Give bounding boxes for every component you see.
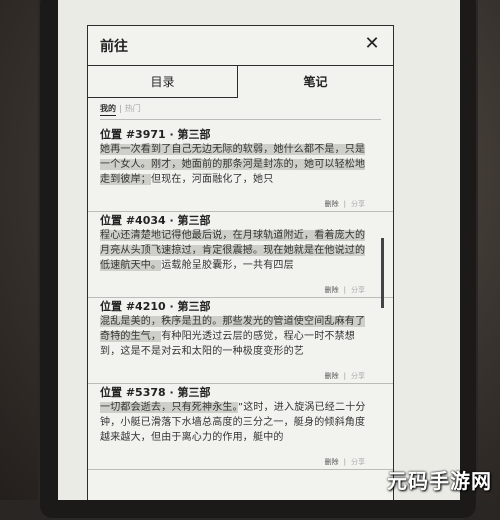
tab-notes[interactable]: 笔记 bbox=[238, 66, 393, 98]
panel-title: 前往 bbox=[100, 39, 128, 55]
note-rest: 但现在，河面融化了，她只 bbox=[151, 174, 274, 185]
note-rest: 运载舱呈胶囊形，一共有四层 bbox=[161, 260, 294, 271]
note-text: 混乱是美的，秩序是丑的。那些发光的管道使空间乱麻有了奇特的生气，有种阳光透过云层… bbox=[100, 314, 368, 359]
action-separator: | bbox=[343, 200, 346, 208]
close-icon[interactable]: ✕ bbox=[361, 33, 383, 55]
note-location: 位置 #4034 · 第三部 bbox=[100, 214, 211, 227]
share-button[interactable]: 分享 bbox=[351, 200, 365, 208]
note-item[interactable]: 位置 #5378 · 第三部 一切都会逝去，只有死神永生。”这时，进入旋涡已经二… bbox=[88, 380, 393, 470]
action-separator: | bbox=[343, 372, 346, 380]
note-location: 位置 #5378 · 第三部 bbox=[100, 386, 211, 399]
note-item[interactable]: 位置 #4034 · 第三部 程心还清楚地记得他最后说，在月球轨道附近，看着庞大… bbox=[88, 208, 393, 298]
goto-panel: 前往 ✕ 目录 笔记 我的 | 热门 位置 #3971 · 第三部 她再一次看到了自… bbox=[87, 25, 394, 500]
filter-popular[interactable]: 热门 bbox=[125, 104, 141, 113]
filter-separator: | bbox=[119, 104, 122, 113]
delete-button[interactable]: 删除 bbox=[325, 458, 339, 466]
note-highlight: 一切都会逝去，只有死神永生。 bbox=[100, 402, 238, 413]
tab-bar: 目录 笔记 bbox=[88, 66, 393, 98]
note-filter: 我的 | 热门 bbox=[100, 103, 141, 116]
share-button[interactable]: 分享 bbox=[351, 458, 365, 466]
filter-divider bbox=[100, 119, 381, 120]
panel-header: 前往 ✕ bbox=[88, 26, 393, 66]
note-text: 她再一次看到了自己无边无际的软弱，她什么都不是，只是一个女人。刚才，她面前的那条… bbox=[100, 142, 368, 187]
action-separator: | bbox=[343, 458, 346, 466]
note-location: 位置 #3971 · 第三部 bbox=[100, 128, 211, 141]
note-item[interactable]: 位置 #3971 · 第三部 她再一次看到了自己无边无际的软弱，她什么都不是，只… bbox=[88, 122, 393, 212]
note-location: 位置 #4210 · 第三部 bbox=[100, 300, 211, 313]
action-separator: | bbox=[343, 286, 346, 294]
site-watermark: 元码手游网 bbox=[387, 469, 492, 493]
share-button[interactable]: 分享 bbox=[351, 372, 365, 380]
delete-button[interactable]: 删除 bbox=[325, 372, 339, 380]
share-button[interactable]: 分享 bbox=[351, 286, 365, 294]
note-item[interactable]: 位置 #4210 · 第三部 混乱是美的，秩序是丑的。那些发光的管道使空间乱麻有… bbox=[88, 294, 393, 384]
tab-toc[interactable]: 目录 bbox=[88, 66, 238, 98]
delete-button[interactable]: 删除 bbox=[325, 286, 339, 294]
filter-mine[interactable]: 我的 bbox=[100, 104, 116, 116]
note-actions: 删除 | 分享 bbox=[325, 457, 365, 467]
note-text: 一切都会逝去，只有死神永生。”这时，进入旋涡已经二十分钟，小艇已滑落下水墙总高度… bbox=[100, 400, 368, 445]
note-text: 程心还清楚地记得他最后说，在月球轨道附近，看着庞大的月亮从头顶飞速掠过，肯定很震… bbox=[100, 228, 368, 273]
delete-button[interactable]: 删除 bbox=[325, 200, 339, 208]
list-scrollbar[interactable] bbox=[381, 238, 384, 308]
